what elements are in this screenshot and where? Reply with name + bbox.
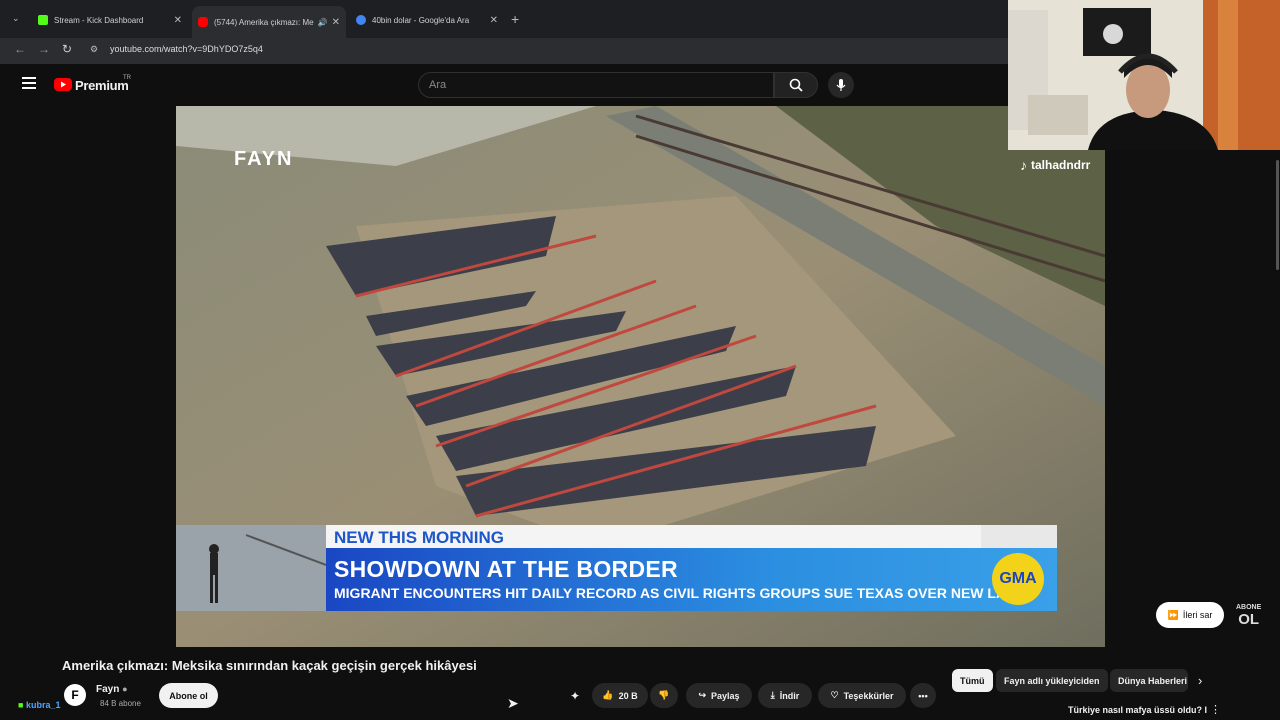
share-button[interactable]: ↪ Paylaş	[686, 683, 752, 708]
chevron-right-icon[interactable]: ›	[1198, 673, 1202, 688]
subscribe-watermark[interactable]: ABONE OL	[1236, 604, 1261, 628]
reload-icon[interactable]: ↻	[62, 42, 72, 56]
forward-arrow-icon[interactable]: →	[38, 42, 50, 56]
new-tab-icon[interactable]: +	[511, 11, 519, 27]
subscribe-watermark-small: ABONE	[1236, 604, 1262, 611]
chip-world-news[interactable]: Dünya Haberleri	[1110, 669, 1188, 692]
mouse-cursor-icon: ➤	[507, 695, 519, 711]
video-title: Amerika çıkmazı: Meksika sınırından kaça…	[62, 658, 477, 673]
search-input[interactable]: Ara	[418, 72, 774, 98]
more-vertical-icon[interactable]: ⋮	[1210, 703, 1221, 716]
webcam-username: ♪ talhadndrr	[1020, 157, 1090, 173]
url-field[interactable]: youtube.com/watch?v=9DhYDO7z5q4	[110, 44, 263, 54]
video-brand-watermark: FAYN	[234, 148, 294, 170]
more-actions-button[interactable]: •••	[910, 683, 936, 708]
tab-audio-icon[interactable]: 🔊	[318, 18, 328, 27]
microphone-icon	[836, 79, 846, 91]
thumbs-down-icon: 👎	[658, 690, 670, 700]
lower-third-photo	[176, 525, 327, 611]
subscriber-count: 84 B abone	[100, 699, 141, 708]
back-arrow-icon[interactable]: ←	[14, 42, 26, 56]
tab-close-icon[interactable]: ✕	[174, 15, 182, 26]
like-count: 20 B	[618, 690, 638, 701]
download-button[interactable]: ⤓ İndir	[758, 683, 812, 708]
channel-avatar[interactable]: F	[64, 684, 86, 706]
tab-title: 40bin dolar - Google'da Ara	[372, 15, 470, 25]
webcam-username-text: talhadndrr	[1031, 158, 1091, 172]
search-button[interactable]	[774, 72, 818, 98]
channel-name[interactable]: Fayn ●	[96, 684, 128, 695]
chat-username: ■ kubra_1	[18, 700, 60, 710]
tiktok-icon: ♪	[1020, 157, 1027, 173]
recommended-video-title[interactable]: Türkiye nasıl mafya üssü oldu? I	[1068, 705, 1207, 715]
lower-third-kicker-end	[981, 525, 1057, 548]
more-horizontal-icon: •••	[918, 690, 928, 701]
sparkle-icon[interactable]: ✦	[570, 689, 580, 703]
hamburger-menu-icon[interactable]	[22, 77, 36, 89]
page-scrollbar[interactable]	[1276, 160, 1279, 270]
site-info-icon[interactable]: ⚙	[90, 44, 98, 55]
kick-favicon-icon	[38, 15, 48, 25]
skip-forward-button[interactable]: ⏩ İleri sar	[1156, 602, 1224, 628]
region-code: TR	[123, 75, 131, 81]
thumbs-up-icon: 👍	[602, 690, 614, 700]
tab-title: (5744) Amerika çıkmazı: Me	[214, 17, 314, 27]
subscribe-button[interactable]: Abone ol	[159, 683, 218, 708]
download-icon: ⤓	[770, 690, 775, 700]
thanks-button[interactable]: ♡ Teşekkürler	[818, 683, 906, 708]
tab-youtube-video[interactable]: (5744) Amerika çıkmazı: Me 🔊 ✕	[192, 6, 346, 38]
chip-from-uploader[interactable]: Fayn adlı yükleyiciden	[996, 669, 1108, 692]
lower-third-headline: SHOWDOWN AT THE BORDER	[334, 556, 678, 582]
skip-forward-label: İleri sar	[1182, 610, 1213, 620]
download-label: İndir	[779, 690, 800, 701]
tab-list-dropdown-icon[interactable]: ⌄	[12, 13, 20, 24]
fast-forward-icon: ⏩	[1167, 609, 1179, 620]
share-icon: ↪	[698, 690, 706, 700]
chip-all[interactable]: Tümü	[952, 669, 993, 692]
share-label: Paylaş	[711, 690, 740, 701]
subscribe-watermark-big: OL	[1238, 611, 1260, 628]
youtube-logo-icon[interactable]	[54, 78, 72, 91]
tab-title: Stream - Kick Dashboard	[54, 15, 144, 25]
tab-kick-dashboard[interactable]: Stream - Kick Dashboard ✕	[32, 8, 188, 32]
gma-logo: GMA	[992, 553, 1044, 605]
search-icon	[789, 78, 803, 92]
chat-badge-icon: ■	[18, 700, 24, 710]
chat-username-text: kubra_1	[25, 700, 61, 710]
lower-third-kicker: NEW THIS MORNING	[326, 525, 981, 548]
channel-name-text: Fayn	[96, 684, 120, 695]
super-thanks-icon: ♡	[830, 690, 839, 700]
dislike-button[interactable]: 👎	[650, 683, 678, 708]
tab-close-icon[interactable]: ✕	[490, 15, 498, 26]
youtube-premium-logo[interactable]: Premium	[75, 78, 129, 93]
thanks-label: Teşekkürler	[843, 690, 894, 701]
google-favicon-icon	[356, 15, 366, 25]
like-button[interactable]: 👍 20 B	[592, 683, 648, 708]
voice-search-button[interactable]	[828, 72, 854, 98]
lower-third-subheadline: MIGRANT ENCOUNTERS HIT DAILY RECORD AS C…	[334, 585, 1019, 601]
youtube-favicon-icon	[198, 17, 208, 27]
streamer-webcam	[1008, 0, 1280, 150]
verified-icon: ●	[122, 684, 128, 694]
tab-google-search[interactable]: 40bin dolar - Google'da Ara ✕	[350, 8, 504, 32]
tab-close-icon[interactable]: ✕	[332, 17, 340, 28]
